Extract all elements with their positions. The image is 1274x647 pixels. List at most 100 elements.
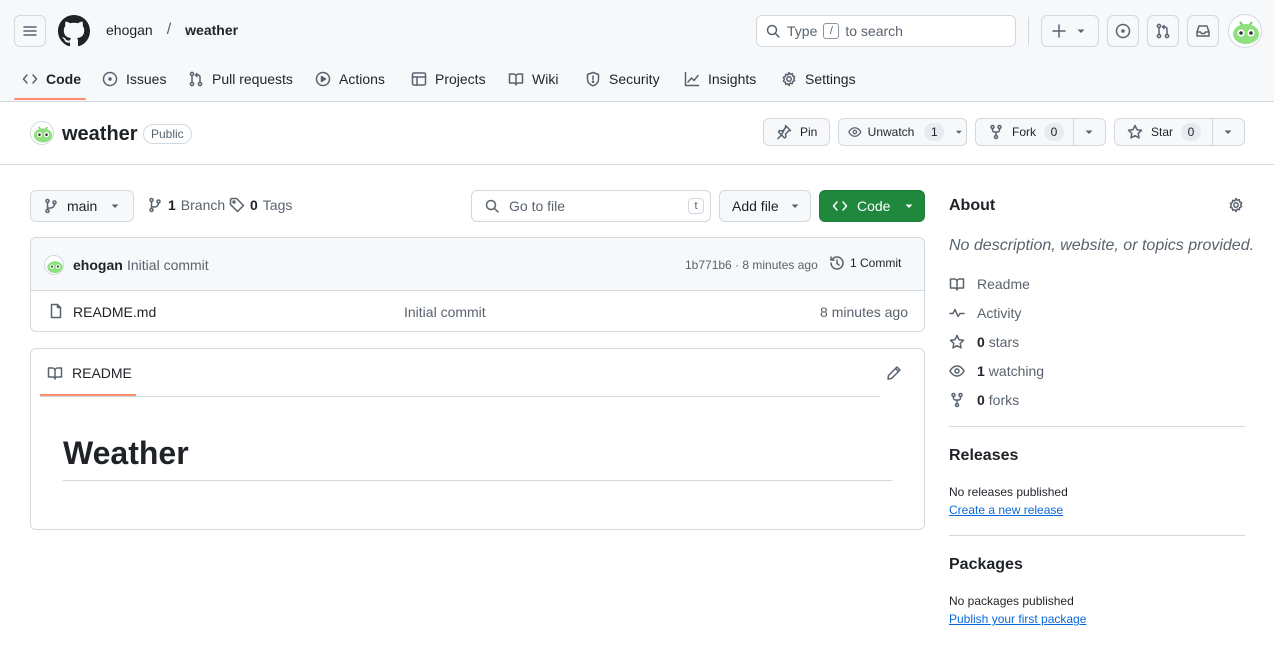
tab-label: Code xyxy=(46,71,81,87)
watching-label: watching xyxy=(988,363,1045,379)
branch-select[interactable]: main xyxy=(30,190,134,222)
stars-link[interactable]: 0 stars xyxy=(949,332,1019,352)
star-icon xyxy=(1127,124,1143,139)
go-to-file-shortcut: t xyxy=(688,198,704,214)
fork-count: 0 xyxy=(1044,123,1064,141)
fork-label: Fork xyxy=(1012,125,1036,139)
issue-icon xyxy=(102,71,118,87)
book-icon xyxy=(47,367,63,380)
tab-insights[interactable]: Insights xyxy=(684,64,756,94)
chevron-down-icon xyxy=(791,204,799,208)
github-logo[interactable] xyxy=(58,15,90,47)
tab-code[interactable]: Code xyxy=(22,64,81,94)
releases-title[interactable]: Releases xyxy=(949,447,1018,465)
create-release-link[interactable]: Create a new release xyxy=(949,503,1063,517)
tab-security[interactable]: Security xyxy=(585,64,660,94)
packages-title[interactable]: Packages xyxy=(949,556,1023,574)
stars-count: 0 xyxy=(977,334,985,350)
repo-name[interactable]: weather xyxy=(62,123,138,146)
search-shortcut-key: / xyxy=(823,23,840,39)
file-commit-message[interactable]: Initial commit xyxy=(404,304,486,320)
tab-issues[interactable]: Issues xyxy=(102,64,166,94)
header-divider xyxy=(1028,17,1029,45)
github-icon xyxy=(58,15,90,47)
branch-count: 1 xyxy=(168,197,176,213)
tab-label: Insights xyxy=(708,71,757,87)
pin-button[interactable]: Pin xyxy=(763,118,830,146)
tab-pull-requests[interactable]: Pull requests xyxy=(188,64,293,94)
pulse-icon xyxy=(949,308,965,318)
code-icon xyxy=(832,201,848,211)
hamburger-icon xyxy=(23,26,37,36)
history-icon xyxy=(830,256,844,270)
commit-hash-time[interactable]: 1b771b6 · 8 minutes ago xyxy=(685,258,818,272)
packages-text: No packages published xyxy=(949,594,1074,608)
readme-heading: Weather xyxy=(63,435,189,471)
repo-owner-avatar[interactable] xyxy=(30,121,54,145)
go-to-file-placeholder: Go to file xyxy=(509,198,566,214)
title-divider xyxy=(0,164,1274,165)
releases-text: No releases published xyxy=(949,485,1068,499)
table-row[interactable]: README.md Initial commit 8 minutes ago xyxy=(31,291,924,331)
inbox-button[interactable] xyxy=(1187,15,1219,47)
star-dropdown[interactable] xyxy=(1220,124,1236,140)
tag-label: Tags xyxy=(262,197,293,213)
branches-link[interactable]: 1 Branch xyxy=(147,197,225,213)
pull-request-icon xyxy=(189,71,203,87)
breadcrumb-owner[interactable]: ehogan xyxy=(106,22,153,38)
add-file-label: Add file xyxy=(732,198,779,214)
forks-count: 0 xyxy=(977,392,985,408)
readme-link[interactable]: Readme xyxy=(949,274,1030,294)
tab-selected-underline xyxy=(14,98,86,100)
tags-link[interactable]: 0 Tags xyxy=(229,197,292,213)
go-to-file-input[interactable]: Go to file t xyxy=(471,190,711,222)
unwatch-button[interactable]: Unwatch 1 xyxy=(838,118,967,146)
branch-label: Branch xyxy=(180,197,226,213)
edit-readme-button[interactable] xyxy=(886,365,902,381)
stars-label: stars xyxy=(988,334,1020,350)
file-name[interactable]: README.md xyxy=(73,304,156,320)
star-icon xyxy=(949,334,965,349)
user-avatar[interactable] xyxy=(1228,14,1262,48)
file-time: 8 minutes ago xyxy=(820,304,908,320)
book-icon xyxy=(949,278,965,291)
commit-message[interactable]: Initial commit xyxy=(127,257,209,273)
about-settings-button[interactable] xyxy=(1228,197,1244,213)
about-description: No description, website, or topics provi… xyxy=(949,237,1255,254)
add-file-button[interactable]: Add file xyxy=(719,190,811,222)
breadcrumb-repo[interactable]: weather xyxy=(185,22,238,38)
forks-label: forks xyxy=(988,392,1020,408)
forks-link[interactable]: 0 forks xyxy=(949,390,1019,410)
tab-actions[interactable]: Actions xyxy=(315,64,385,94)
pull-requests-button[interactable] xyxy=(1147,15,1179,47)
chevron-down-icon xyxy=(956,130,963,134)
commit-author-avatar[interactable] xyxy=(44,255,64,275)
readme-tab[interactable]: README xyxy=(47,365,132,381)
code-icon xyxy=(22,74,38,84)
watch-count: 1 xyxy=(924,123,945,141)
fork-dropdown[interactable] xyxy=(1081,124,1097,140)
branch-name: main xyxy=(67,198,98,214)
tab-settings[interactable]: Settings xyxy=(781,64,856,94)
publish-package-link[interactable]: Publish your first package xyxy=(949,612,1086,626)
code-button-label: Code xyxy=(857,198,891,214)
commit-author[interactable]: ehogan xyxy=(73,257,123,273)
menu-button[interactable] xyxy=(14,15,46,47)
eye-icon xyxy=(949,365,965,377)
chevron-down-icon xyxy=(111,204,119,208)
tab-projects[interactable]: Projects xyxy=(411,64,486,94)
issues-button[interactable] xyxy=(1107,15,1139,47)
code-button[interactable]: Code xyxy=(819,190,925,222)
watching-link[interactable]: 1 watching xyxy=(949,361,1044,381)
commits-link[interactable]: 1 Commit xyxy=(829,255,901,271)
global-header: ehogan / weather Type / to search Code I… xyxy=(0,0,1274,102)
search-input[interactable]: Type / to search xyxy=(756,15,1016,47)
activity-link[interactable]: Activity xyxy=(949,303,1021,323)
tab-label: Security xyxy=(609,71,660,87)
tab-wiki[interactable]: Wiki xyxy=(508,64,558,94)
chevron-down-icon xyxy=(1224,130,1232,134)
readme-tab-label: README xyxy=(72,365,132,381)
branch-icon xyxy=(149,197,161,213)
create-new-button[interactable] xyxy=(1041,15,1099,47)
search-suffix: to search xyxy=(845,23,903,39)
